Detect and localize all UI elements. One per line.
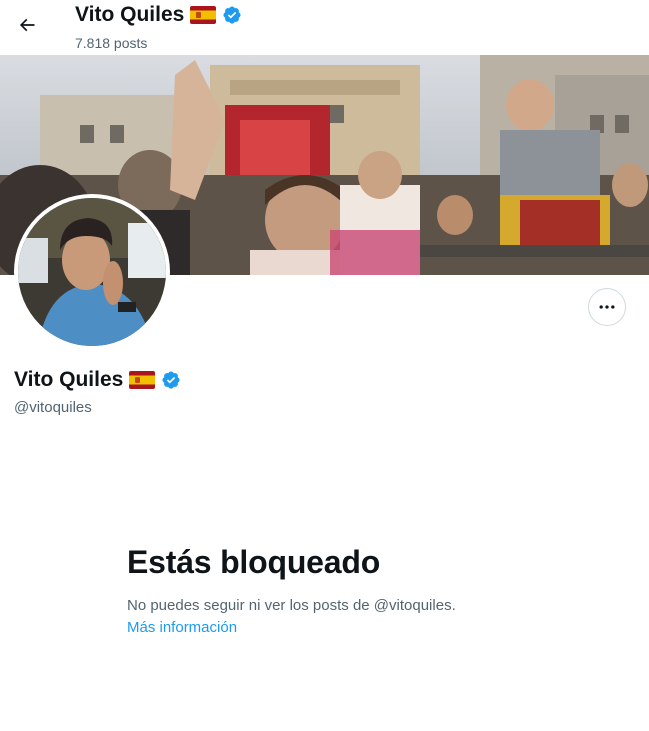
verified-badge-icon[interactable] — [161, 370, 181, 390]
profile-handle: @vitoquiles — [14, 399, 92, 416]
learn-more-link[interactable]: Más información — [127, 619, 237, 636]
header-name-row: Vito Quiles — [75, 3, 242, 27]
header-title: Vito Quiles — [75, 3, 185, 26]
profile-avatar[interactable] — [14, 194, 170, 350]
posts-count: 7.818 posts — [75, 35, 148, 51]
blocked-title: Estás bloqueado — [127, 544, 381, 580]
verified-badge-icon — [223, 6, 241, 24]
more-horizontal-icon — [599, 305, 615, 309]
arrow-left-icon — [19, 18, 35, 32]
more-options-button[interactable] — [588, 288, 626, 326]
spain-flag-icon — [190, 6, 217, 24]
back-button[interactable] — [10, 8, 44, 42]
profile-name: Vito Quiles — [14, 368, 124, 391]
top-header: Vito Quiles 7.818 posts — [0, 0, 649, 55]
blocked-description: No puedes seguir ni ver los posts de @vi… — [127, 597, 456, 614]
avatar-image — [18, 198, 166, 346]
profile-name-row: Vito Quiles — [14, 368, 181, 392]
avatar — [18, 198, 166, 346]
spain-flag-icon — [129, 371, 156, 389]
